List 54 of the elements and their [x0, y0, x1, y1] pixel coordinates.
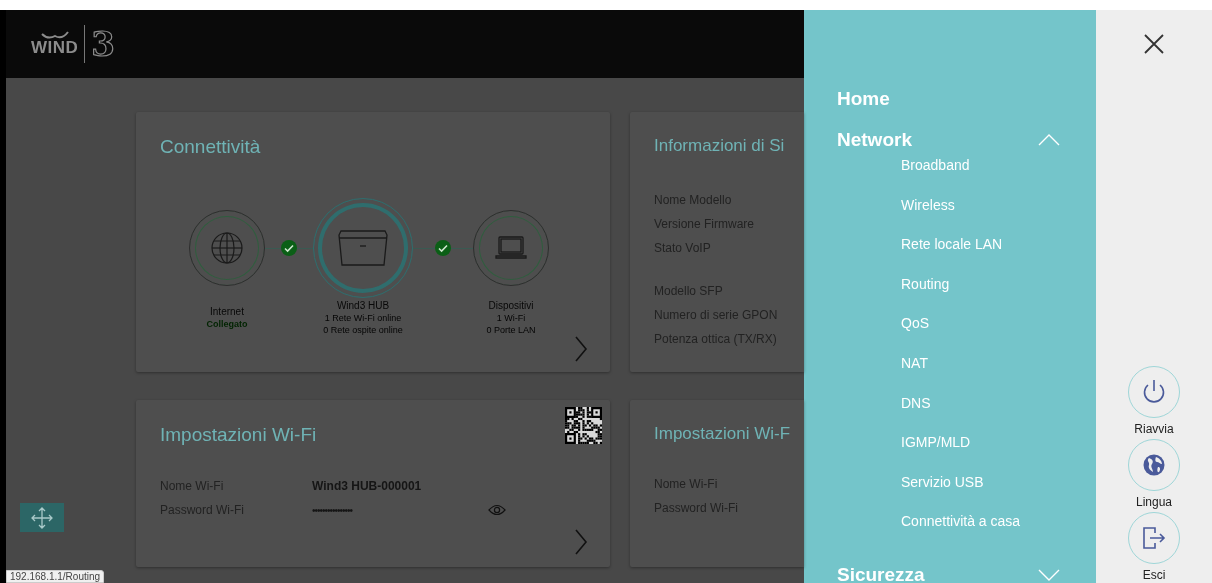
menu-item[interactable]: Home: [837, 88, 1060, 110]
logout-button[interactable]: [1128, 512, 1180, 564]
node-label: Wind3 HUB: [336, 300, 390, 312]
move-icon: [31, 506, 53, 529]
action-label: Riavvia: [1134, 422, 1174, 437]
node-detail: 0 Rete ospite online: [323, 324, 403, 336]
restart-button[interactable]: [1128, 366, 1180, 418]
action-label: Esci: [1142, 568, 1166, 583]
node-detail: 0 Porte LAN: [486, 324, 536, 336]
logo-numeral: 3: [91, 27, 115, 61]
password-value: ••••••••••••••••: [312, 504, 354, 516]
status-url: 192.168.1.1/Routing: [6, 570, 105, 583]
field-value: Wind3 HUB-000001: [312, 479, 423, 493]
logo-wordmark: WIND: [31, 37, 79, 58]
submenu-item[interactable]: QoS: [901, 315, 1060, 332]
eye-icon[interactable]: [488, 504, 506, 516]
menu-item[interactable]: Sicurezza: [837, 563, 925, 583]
card-title: Connettività: [160, 136, 262, 158]
action-label: Lingua: [1135, 495, 1172, 510]
submenu-item[interactable]: DNS: [901, 394, 1060, 412]
card-title: Informazioni di Si: [654, 136, 786, 156]
node-label: Internet: [210, 306, 244, 318]
power-icon: [1142, 379, 1166, 405]
node-detail: 1 Wi-Fi: [496, 312, 526, 324]
node-detail: 1 Rete Wi-Fi online: [324, 312, 402, 324]
card-title: Impostazioni Wi-Fi: [160, 424, 317, 446]
device-node[interactable]: [313, 198, 413, 298]
menu-item[interactable]: Network: [837, 129, 912, 151]
device-node[interactable]: [473, 210, 549, 286]
move-button[interactable]: [20, 503, 64, 532]
submenu-item[interactable]: Wireless: [901, 196, 1060, 214]
router-icon: [337, 229, 389, 267]
globe-icon: [211, 232, 243, 264]
card-title: Impostazioni Wi-F: [654, 424, 791, 444]
submenu-item[interactable]: Broadband: [901, 157, 1060, 174]
swoosh-icon: [39, 30, 70, 41]
close-icon[interactable]: [1144, 34, 1164, 54]
chevron-up-icon[interactable]: [1038, 134, 1060, 146]
chevron-right-icon[interactable]: [574, 529, 588, 555]
globe-icon: [1143, 454, 1165, 476]
submenu-item[interactable]: Routing: [901, 275, 1060, 293]
laptop-icon: [495, 235, 527, 261]
submenu-item[interactable]: Servizio USB: [901, 473, 1060, 491]
submenu-item[interactable]: NAT: [901, 354, 1060, 372]
device-node[interactable]: [189, 210, 265, 286]
submenu-item[interactable]: IGMP/MLD: [901, 434, 1060, 451]
logout-icon: [1142, 526, 1166, 550]
chevron-down-icon[interactable]: [1038, 568, 1060, 581]
submenu-item[interactable]: Rete locale LAN: [901, 236, 1060, 253]
node-label: Dispositivi: [488, 300, 534, 312]
submenu-item[interactable]: Connettività a casa: [901, 513, 1060, 530]
language-button[interactable]: [1128, 439, 1180, 491]
chevron-right-icon[interactable]: [574, 336, 588, 362]
node-detail: Collegato: [206, 318, 248, 330]
